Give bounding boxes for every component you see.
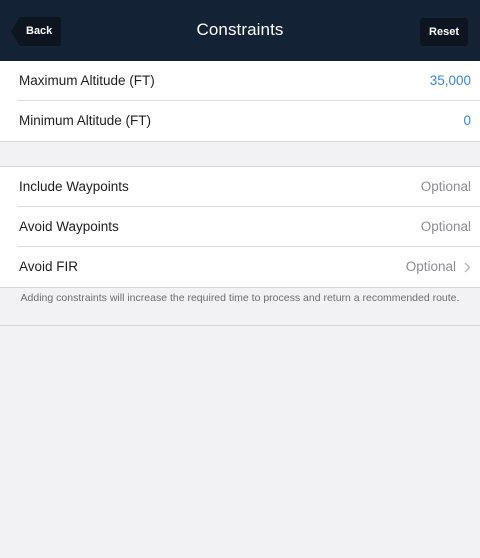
navigation-bar: Back Constraints Reset — [0, 0, 480, 61]
altitude-group: Maximum Altitude (FT) 35,000 Minimum Alt… — [0, 61, 480, 141]
row-avoid-fir[interactable]: Avoid FIR Optional — [0, 247, 480, 287]
row-label: Maximum Altitude (FT) — [19, 73, 155, 88]
waypoints-group: Include Waypoints Optional Avoid Waypoin… — [0, 167, 480, 287]
row-value: Optional — [420, 219, 471, 234]
row-label: Minimum Altitude (FT) — [19, 113, 152, 128]
constraints-footer-note: Adding constraints will increase the req… — [20, 292, 460, 304]
row-value[interactable]: 0 — [463, 113, 471, 128]
row-label: Include Waypoints — [19, 179, 129, 194]
constraints-screen: Back Constraints Reset Maximum Altitude … — [0, 0, 480, 558]
chevron-right-icon — [464, 262, 471, 273]
reset-button[interactable]: Reset — [420, 18, 468, 46]
row-avoid-waypoints[interactable]: Avoid Waypoints Optional — [0, 207, 480, 247]
row-value: Optional — [405, 259, 456, 274]
group-divider — [0, 287, 480, 288]
row-label: Avoid Waypoints — [19, 219, 119, 234]
group-divider — [0, 141, 480, 142]
row-label: Avoid FIR — [19, 259, 79, 274]
row-include-waypoints[interactable]: Include Waypoints Optional — [0, 167, 480, 207]
footer-divider — [0, 325, 480, 326]
row-value: Optional — [420, 179, 471, 194]
row-minimum-altitude[interactable]: Minimum Altitude (FT) 0 — [0, 101, 480, 141]
row-value[interactable]: 35,000 — [430, 73, 471, 88]
row-maximum-altitude[interactable]: Maximum Altitude (FT) 35,000 — [0, 61, 480, 101]
page-title: Constraints — [196, 20, 284, 39]
